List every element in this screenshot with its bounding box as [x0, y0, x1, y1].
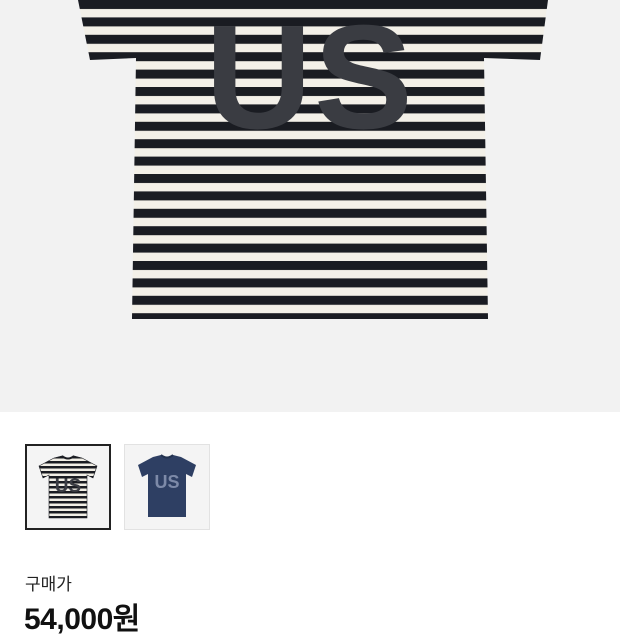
us-print-text: US [205, 0, 415, 160]
thumbnail-striped[interactable]: US [25, 444, 111, 530]
striped-tshirt-thumbnail-icon: US [38, 455, 98, 519]
thumbnail-us-print-text: US [55, 476, 81, 497]
thumbnail-list: US US [25, 444, 210, 530]
price-label: 구매가 [25, 575, 72, 595]
thumbnail-navy[interactable]: US [124, 444, 210, 530]
navy-tshirt-thumbnail-icon: US [138, 454, 196, 517]
price-value: 54,000원 [24, 603, 140, 636]
product-main-image: US [0, 0, 620, 412]
thumbnail-us-print-text: US [154, 472, 179, 492]
striped-tshirt-image: US [78, 0, 548, 319]
